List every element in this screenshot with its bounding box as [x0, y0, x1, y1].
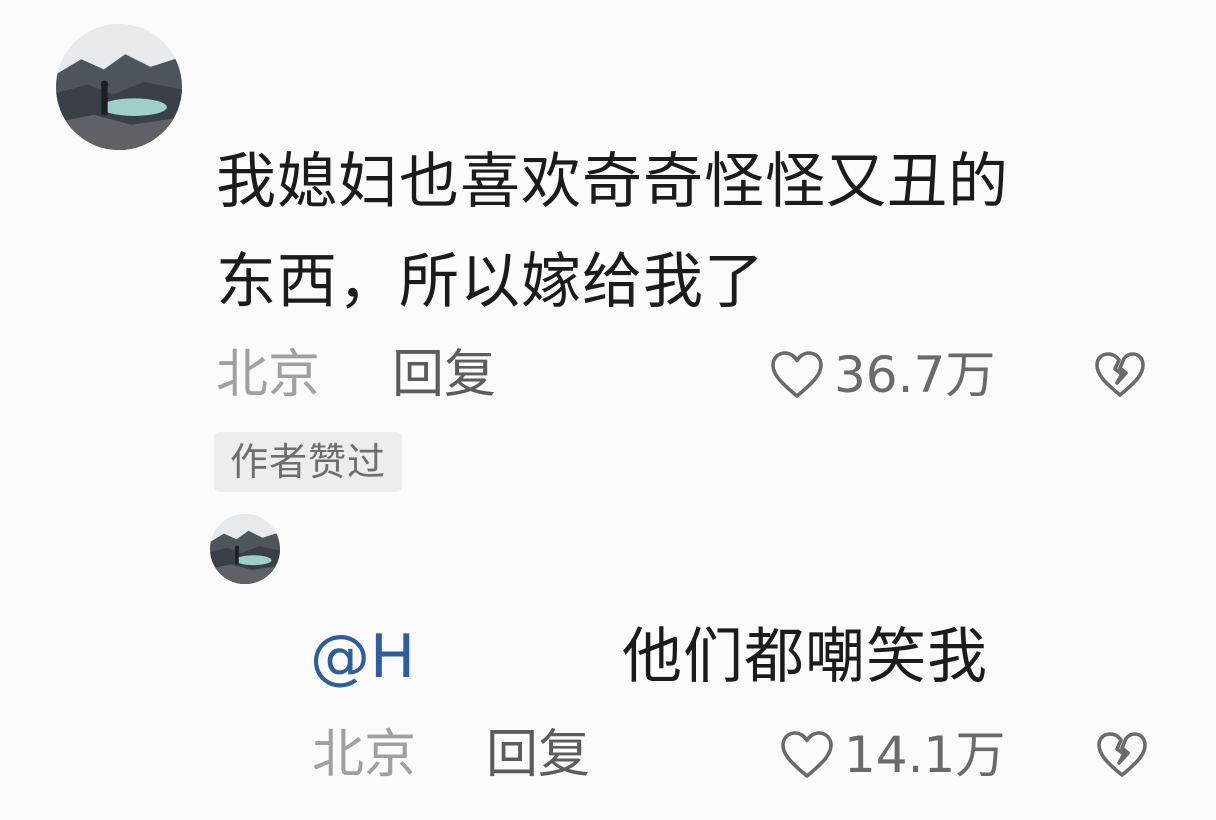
broken-heart-icon[interactable] — [1094, 349, 1146, 401]
like-button[interactable]: 14.1万 — [780, 720, 1005, 790]
like-count: 36.7万 — [834, 346, 996, 404]
like-count: 14.1万 — [844, 726, 1006, 784]
author-liked-badge: 作者赞过 — [214, 432, 403, 492]
reply-meta-row: 北京 回复 14.1万 — [0, 720, 1216, 790]
location-label: 北京 — [312, 725, 417, 785]
reply-button[interactable]: 回复 — [486, 720, 590, 790]
comment-meta-row: 北京 回复 36.7万 — [0, 340, 1216, 410]
mention-link[interactable]: @H — [310, 612, 415, 702]
comment-text-line: 我媳妇也喜欢奇奇怪怪又丑的 — [216, 147, 1009, 217]
heart-outline-icon — [771, 351, 823, 398]
heart-outline-icon — [781, 731, 833, 778]
reply-avatar[interactable] — [210, 514, 280, 584]
location-label: 北京 — [216, 345, 321, 405]
reply-button[interactable]: 回复 — [392, 340, 496, 410]
like-button[interactable]: 36.7万 — [770, 340, 995, 410]
comment-text-line: 东西，所以嫁给我了 — [216, 247, 765, 317]
reply-content: @H 他们都嘲笑我 — [310, 612, 1210, 702]
reply-text: 他们都嘲笑我 — [622, 622, 988, 692]
broken-heart-icon[interactable] — [1096, 729, 1148, 781]
comment-text: 我媳妇也喜欢奇奇怪怪又丑的 东西，所以嫁给我了 — [216, 132, 1116, 332]
commenter-avatar[interactable] — [56, 24, 182, 150]
